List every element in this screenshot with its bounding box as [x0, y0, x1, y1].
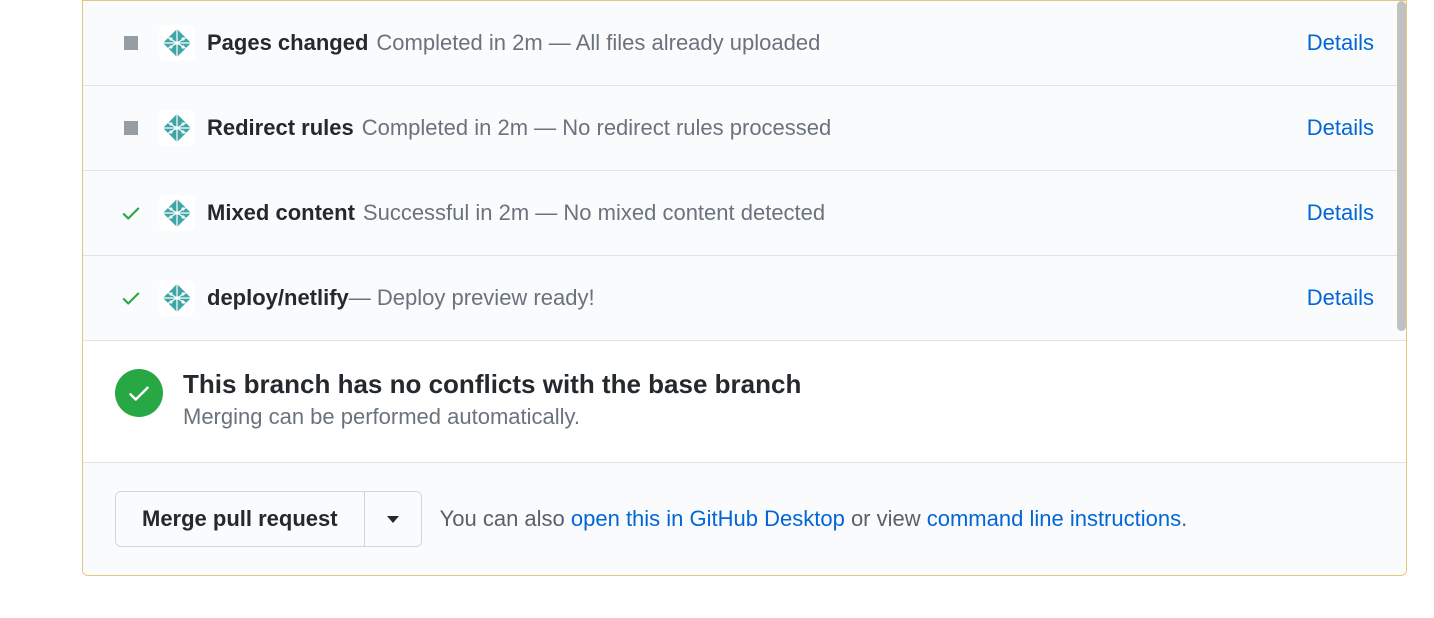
success-check-icon: [115, 202, 147, 224]
merge-button-group: Merge pull request: [115, 491, 422, 547]
check-name: Redirect rules: [207, 115, 354, 141]
netlify-avatar-icon: [159, 110, 195, 146]
check-row-deploy-netlify: deploy/netlify — Deploy preview ready! D…: [83, 255, 1406, 340]
hint-suffix: .: [1181, 506, 1187, 531]
details-link[interactable]: Details: [1307, 200, 1374, 226]
merge-actions-section: Merge pull request You can also open thi…: [83, 462, 1406, 575]
check-name: deploy/netlify: [207, 285, 349, 311]
caret-down-icon: [387, 516, 399, 523]
check-description: Completed in 2m — All files already uplo…: [376, 30, 820, 56]
merge-status-subtitle: Merging can be performed automatically.: [183, 404, 801, 430]
netlify-avatar-icon: [159, 195, 195, 231]
merge-options-dropdown-button[interactable]: [364, 492, 421, 546]
check-description: Successful in 2m — No mixed content dete…: [363, 200, 825, 226]
check-description: — Deploy preview ready!: [349, 285, 595, 311]
command-line-instructions-link[interactable]: command line instructions: [927, 506, 1181, 531]
check-description: Completed in 2m — No redirect rules proc…: [362, 115, 832, 141]
netlify-avatar-icon: [159, 280, 195, 316]
hint-prefix: You can also: [440, 506, 571, 531]
merge-status-section: This branch has no conflicts with the ba…: [83, 340, 1406, 462]
neutral-status-icon: [115, 36, 147, 50]
merge-hint-text: You can also open this in GitHub Desktop…: [440, 506, 1188, 532]
details-link[interactable]: Details: [1307, 30, 1374, 56]
details-link[interactable]: Details: [1307, 115, 1374, 141]
merge-status-title: This branch has no conflicts with the ba…: [183, 369, 801, 400]
neutral-status-icon: [115, 121, 147, 135]
merge-pull-request-button[interactable]: Merge pull request: [116, 492, 364, 546]
scrollbar[interactable]: [1397, 1, 1406, 331]
check-row-pages-changed: Pages changed Completed in 2m — All file…: [83, 1, 1406, 85]
check-name: Mixed content: [207, 200, 355, 226]
merge-success-icon: [115, 369, 163, 417]
check-row-mixed-content: Mixed content Successful in 2m — No mixe…: [83, 170, 1406, 255]
netlify-avatar-icon: [159, 25, 195, 61]
open-github-desktop-link[interactable]: open this in GitHub Desktop: [571, 506, 845, 531]
check-row-redirect-rules: Redirect rules Completed in 2m — No redi…: [83, 85, 1406, 170]
checks-list: Pages changed Completed in 2m — All file…: [83, 1, 1406, 340]
hint-mid: or view: [845, 506, 927, 531]
check-name: Pages changed: [207, 30, 368, 56]
success-check-icon: [115, 287, 147, 309]
details-link[interactable]: Details: [1307, 285, 1374, 311]
